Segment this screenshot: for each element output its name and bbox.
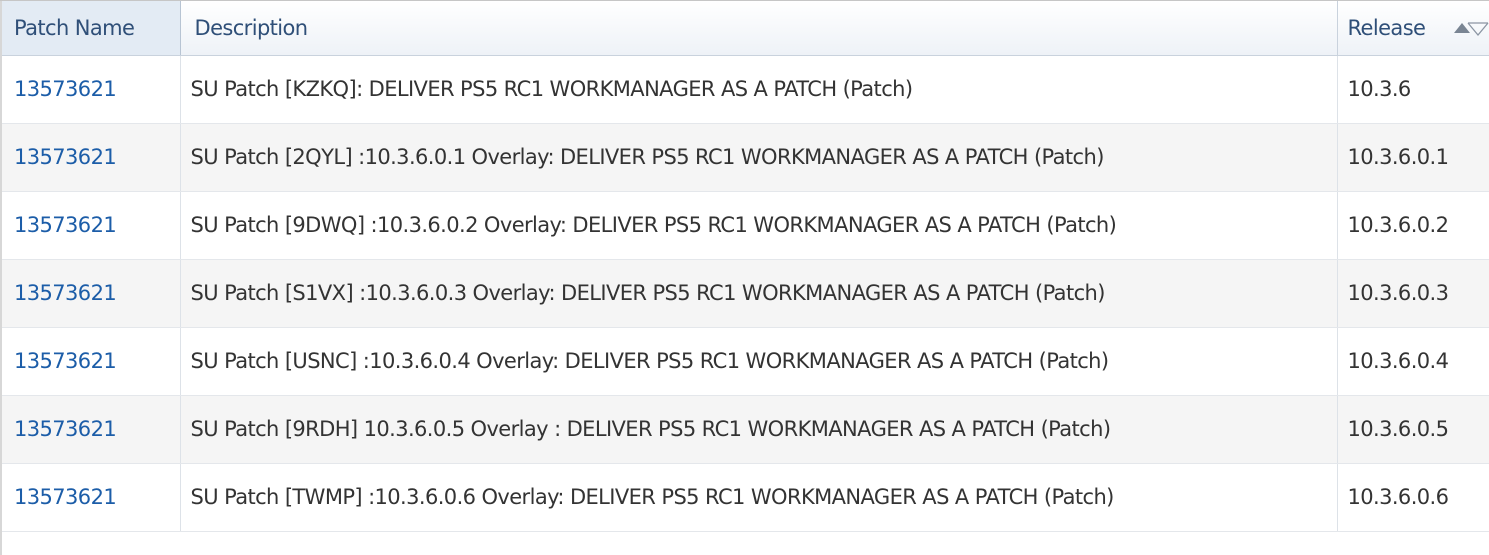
- release-cell: 10.3.6.0.1: [1337, 123, 1489, 192]
- table-left-border: [0, 1, 2, 555]
- patch-name-link[interactable]: 13573621: [14, 417, 117, 441]
- table-row: 13573621 SU Patch [9DWQ] :10.3.6.0.2 Ove…: [0, 191, 1489, 260]
- column-header-patch-name[interactable]: Patch Name: [0, 1, 181, 56]
- patch-name-cell: 13573621: [0, 123, 181, 192]
- table-row: 13573621 SU Patch [S1VX] :10.3.6.0.3 Ove…: [0, 259, 1489, 328]
- sort-ascending-icon[interactable]: [1454, 23, 1470, 33]
- description-cell: SU Patch [S1VX] :10.3.6.0.3 Overlay: DEL…: [180, 259, 1338, 328]
- patch-name-cell: 13573621: [0, 463, 181, 532]
- description-cell: SU Patch [KZKQ]: DELIVER PS5 RC1 WORKMAN…: [180, 55, 1338, 124]
- description-cell: SU Patch [9DWQ] :10.3.6.0.2 Overlay: DEL…: [180, 191, 1338, 260]
- table-row: 13573621 SU Patch [2QYL] :10.3.6.0.1 Ove…: [0, 123, 1489, 192]
- patch-name-link[interactable]: 13573621: [14, 485, 117, 509]
- column-header-description[interactable]: Description: [180, 1, 1338, 56]
- patch-name-cell: 13573621: [0, 191, 181, 260]
- description-cell: SU Patch [TWMP] :10.3.6.0.6 Overlay: DEL…: [180, 463, 1338, 532]
- patch-table: Patch Name Description Release 13573621 …: [0, 0, 1489, 555]
- release-cell: 10.3.6.0.3: [1337, 259, 1489, 328]
- patch-name-link[interactable]: 13573621: [14, 145, 117, 169]
- release-cell: 10.3.6: [1337, 55, 1489, 124]
- release-cell: 10.3.6.0.5: [1337, 395, 1489, 464]
- patch-grid: Patch Name Description Release 13573621 …: [0, 1, 1489, 532]
- column-header-release-label: Release: [1347, 15, 1426, 40]
- patch-name-link[interactable]: 13573621: [14, 213, 117, 237]
- table-row: 13573621 SU Patch [USNC] :10.3.6.0.4 Ove…: [0, 327, 1489, 396]
- patch-name-link[interactable]: 13573621: [14, 281, 117, 305]
- description-cell: SU Patch [9RDH] 10.3.6.0.5 Overlay : DEL…: [180, 395, 1338, 464]
- column-header-release[interactable]: Release: [1337, 1, 1489, 56]
- table-row: 13573621 SU Patch [9RDH] 10.3.6.0.5 Over…: [0, 395, 1489, 464]
- header-row: Patch Name Description Release: [0, 1, 1489, 56]
- release-cell: 10.3.6.0.4: [1337, 327, 1489, 396]
- patch-name-cell: 13573621: [0, 259, 181, 328]
- patch-name-cell: 13573621: [0, 327, 181, 396]
- patch-name-cell: 13573621: [0, 395, 181, 464]
- patch-name-link[interactable]: 13573621: [14, 349, 117, 373]
- table-row: 13573621 SU Patch [KZKQ]: DELIVER PS5 RC…: [0, 55, 1489, 124]
- sort-descending-icon[interactable]: [1467, 22, 1489, 37]
- table-row: 13573621 SU Patch [TWMP] :10.3.6.0.6 Ove…: [0, 463, 1489, 532]
- sort-controls[interactable]: [1432, 17, 1489, 41]
- release-cell: 10.3.6.0.2: [1337, 191, 1489, 260]
- patch-name-link[interactable]: 13573621: [14, 77, 117, 101]
- description-cell: SU Patch [2QYL] :10.3.6.0.1 Overlay: DEL…: [180, 123, 1338, 192]
- description-cell: SU Patch [USNC] :10.3.6.0.4 Overlay: DEL…: [180, 327, 1338, 396]
- release-cell: 10.3.6.0.6: [1337, 463, 1489, 532]
- patch-name-cell: 13573621: [0, 55, 181, 124]
